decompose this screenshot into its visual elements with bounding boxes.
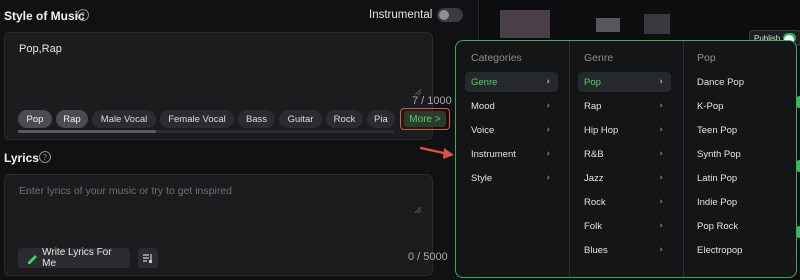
genre-rap[interactable]: Rap ›	[578, 96, 671, 116]
blurred-block	[596, 18, 620, 32]
menu-label: Rap	[584, 100, 602, 112]
menu-label: Electropop	[697, 244, 743, 256]
menu-label: Synth Pop	[697, 148, 741, 160]
style-category-dropdown: Categories Genre › Mood › Voice › Instrumen…	[455, 40, 797, 278]
format-lyrics-button[interactable]	[138, 248, 158, 268]
subgenre-teen-pop[interactable]: Teen Pop	[691, 120, 784, 140]
genre-rnb[interactable]: R&B ›	[578, 144, 671, 164]
genre-pop[interactable]: Pop ›	[578, 72, 671, 92]
menu-label: R&B	[584, 148, 604, 160]
genre-header: Genre	[584, 52, 614, 64]
instrumental-label: Instrumental	[369, 9, 433, 21]
menu-label: Hip Hop	[584, 124, 619, 136]
chip-rock[interactable]: Rock	[326, 110, 363, 128]
subgenre-synth-pop[interactable]: Synth Pop	[691, 144, 784, 164]
style-of-music-title: Style of Music	[4, 9, 85, 23]
menu-label: Pop	[584, 76, 601, 88]
menu-label: Blues	[584, 244, 608, 256]
menu-label: Indie Pop	[697, 196, 738, 208]
pop-subgenre-list: Dance Pop K-Pop Teen Pop Synth Pop Latin…	[691, 72, 784, 264]
instrumental-toggle[interactable]	[437, 8, 463, 22]
chevron-right-icon: ›	[546, 125, 550, 135]
chevron-right-icon: ›	[659, 149, 663, 159]
genre-blues[interactable]: Blues ›	[578, 240, 671, 260]
more-label: More >	[404, 111, 446, 127]
menu-label: Pop Rock	[697, 220, 739, 232]
menu-label: Latin Pop	[697, 172, 738, 184]
categories-header: Categories	[471, 52, 522, 64]
chip-female-vocal[interactable]: Female Vocal	[160, 110, 234, 128]
category-voice[interactable]: Voice ›	[465, 120, 558, 140]
menu-label: Style	[471, 172, 493, 184]
annotation-arrow-icon	[419, 146, 454, 159]
genre-folk[interactable]: Folk ›	[578, 216, 671, 236]
chevron-right-icon: ›	[659, 125, 663, 135]
menu-label: Instrument	[471, 148, 516, 160]
chip-guitar[interactable]: Guitar	[279, 110, 322, 128]
chevron-right-icon: ›	[546, 149, 550, 159]
genre-hip-hop[interactable]: Hip Hop ›	[578, 120, 671, 140]
column-divider	[683, 41, 684, 277]
menu-label: Folk	[584, 220, 602, 232]
lyrics-placeholder[interactable]: Enter lyrics of your music or try to get…	[19, 185, 232, 197]
chevron-right-icon: ›	[659, 221, 663, 231]
chip-pop[interactable]: Pop	[18, 110, 52, 128]
chevron-right-icon: ›	[659, 197, 663, 207]
menu-label: Voice	[471, 124, 495, 136]
chevron-right-icon: ›	[659, 173, 663, 183]
help-icon[interactable]: ?	[77, 9, 89, 21]
subgenre-pop-rock[interactable]: Pop Rock	[691, 216, 784, 236]
lyrics-resize-handle-icon[interactable]	[414, 206, 422, 214]
chevron-right-icon: ›	[546, 173, 550, 183]
chip-rap[interactable]: Rap	[56, 110, 88, 128]
menu-label: Genre	[471, 76, 498, 88]
lyrics-char-counter: 0 / 5000	[408, 251, 448, 263]
categories-list: Genre › Mood › Voice › Instrument › Style ›	[465, 72, 558, 192]
subgenre-indie-pop[interactable]: Indie Pop	[691, 192, 784, 212]
chip-piano[interactable]: Pia	[367, 110, 395, 128]
genre-list: Pop › Rap › Hip Hop › R&B › Jazz › Rock › Folk…	[578, 72, 671, 264]
subgenre-dance-pop[interactable]: Dance Pop	[691, 72, 784, 92]
subgenre-k-pop[interactable]: K-Pop	[691, 96, 784, 116]
category-mood[interactable]: Mood ›	[465, 96, 558, 116]
pop-header: Pop	[697, 52, 716, 64]
chip-male-vocal[interactable]: Male Vocal	[92, 110, 156, 128]
menu-label: Jazz	[584, 172, 604, 184]
chevron-right-icon: ›	[659, 101, 663, 111]
genre-jazz[interactable]: Jazz ›	[578, 168, 671, 188]
menu-label: Dance Pop	[697, 76, 745, 88]
chip-bass[interactable]: Bass	[238, 110, 275, 128]
subgenre-latin-pop[interactable]: Latin Pop	[691, 168, 784, 188]
blurred-block	[644, 14, 670, 34]
write-lyrics-label: Write Lyrics For Me	[42, 247, 112, 269]
menu-label: Teen Pop	[697, 124, 738, 136]
style-input-value[interactable]: Pop,Rap	[19, 43, 62, 55]
subgenre-electropop[interactable]: Electropop	[691, 240, 784, 260]
blurred-thumbnail	[500, 10, 550, 38]
column-divider	[569, 41, 570, 277]
chevron-right-icon: ›	[546, 101, 550, 111]
category-instrument[interactable]: Instrument ›	[465, 144, 558, 164]
style-char-counter: 7 / 1000	[412, 95, 452, 107]
pencil-sparkle-icon	[28, 255, 37, 264]
lyrics-help-icon[interactable]: ?	[39, 151, 51, 163]
genre-rock[interactable]: Rock ›	[578, 192, 671, 212]
list-music-icon	[143, 254, 153, 264]
category-genre[interactable]: Genre ›	[465, 72, 558, 92]
lyrics-title: Lyrics	[4, 151, 39, 165]
menu-label: Rock	[584, 196, 606, 208]
chevron-right-icon: ›	[546, 77, 550, 87]
category-style[interactable]: Style ›	[465, 168, 558, 188]
chevron-right-icon: ›	[659, 245, 663, 255]
chips-scrollbar-thumb[interactable]	[18, 130, 156, 133]
write-lyrics-button[interactable]: Write Lyrics For Me	[18, 247, 130, 269]
more-button[interactable]: More >	[400, 108, 450, 130]
chevron-right-icon: ›	[659, 77, 663, 87]
menu-label: Mood	[471, 100, 495, 112]
menu-label: K-Pop	[697, 100, 724, 112]
